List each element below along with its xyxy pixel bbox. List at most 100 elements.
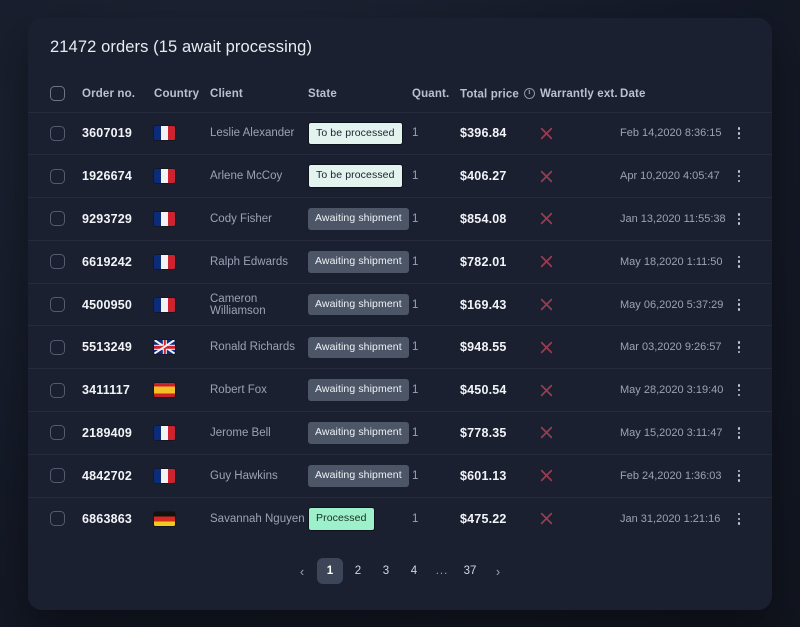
pagination-page-37[interactable]: 37 (457, 558, 483, 584)
column-header-quant[interactable]: Quant. (412, 76, 460, 112)
cell-client: Jerome Bell (210, 411, 308, 455)
cell-date: May 28,2020 3:19:40 (620, 368, 732, 412)
row-checkbox[interactable] (50, 168, 65, 184)
table-row[interactable]: 4500950 Cameron Williamson Awaiting shipme… (28, 282, 772, 326)
menu-dot (737, 174, 741, 178)
cell-client: Cameron Williamson (210, 282, 308, 326)
cell-client: Arlene McCoy (210, 154, 308, 198)
menu-dot (737, 431, 741, 435)
column-header-actions (732, 76, 772, 112)
column-header-date[interactable]: Date (620, 76, 732, 112)
column-header-order-no[interactable]: Order no. (82, 76, 154, 112)
row-select-cell (28, 111, 82, 155)
table-row[interactable]: 9293729 Cody Fisher Awaiting shipment 1 $854… (28, 197, 772, 241)
order-no-value: 4500950 (82, 297, 133, 312)
warranty-x-icon (540, 384, 553, 396)
row-checkbox[interactable] (50, 211, 65, 227)
row-checkbox[interactable] (50, 125, 65, 141)
column-header-client[interactable]: Client (210, 76, 308, 112)
row-checkbox[interactable] (50, 382, 65, 398)
cell-client: Cody Fisher (210, 197, 308, 241)
warranty-x-icon (540, 427, 553, 439)
flag-part (163, 340, 166, 355)
table-row[interactable]: 5513249 Ronald Richards Awaiting shipment 1… (28, 325, 772, 369)
row-checkbox[interactable] (50, 425, 65, 441)
cell-state: Awaiting shipment (308, 411, 412, 455)
table-row[interactable]: 3607019 Leslie Alexander To be processed 1 $… (28, 111, 772, 155)
column-header-country[interactable]: Country (154, 76, 210, 112)
cell-order-no: 4842702 (82, 453, 154, 498)
cell-quantity: 1 (412, 154, 460, 198)
cell-actions (732, 197, 772, 241)
cell-warranty-ext (540, 111, 620, 155)
pagination-page-4[interactable]: 4 (401, 558, 427, 584)
cell-actions (732, 453, 772, 498)
table-row[interactable]: 2189409 Jerome Bell Awaiting shipment 1 $778… (28, 411, 772, 455)
table-row[interactable]: 1926674 Arlene McCoy To be processed 1 $406.… (28, 154, 772, 198)
pagination-page-2[interactable]: 2 (345, 558, 371, 584)
table-row[interactable]: 6619242 Ralph Edwards Awaiting shipment 1 $7… (28, 239, 772, 284)
menu-dot (737, 426, 741, 430)
row-menu-icon[interactable] (732, 469, 746, 482)
menu-dot (737, 179, 741, 183)
row-menu-icon[interactable] (732, 512, 746, 525)
cell-total-price: $396.84 (460, 111, 540, 155)
info-icon[interactable] (523, 87, 535, 99)
warranty-x-icon (540, 298, 553, 311)
row-menu-icon[interactable] (732, 213, 746, 225)
cell-warranty-ext (540, 239, 620, 284)
cell-order-no: 9293729 (82, 197, 154, 241)
table-row[interactable]: 6863863 Savannah Nguyen Processed 1 $475.22 J… (28, 496, 772, 540)
total-price-value: $169.43 (460, 297, 507, 312)
order-no-value: 2189409 (82, 425, 133, 440)
pagination-page-1[interactable]: 1 (317, 558, 343, 584)
row-menu-icon[interactable] (732, 341, 746, 354)
menu-dot (737, 346, 741, 349)
row-menu-icon[interactable] (732, 298, 746, 311)
status-badge: Awaiting shipment (308, 422, 409, 444)
table-row[interactable]: 3411117 Robert Fox Awaiting shipment 1 $450.… (28, 368, 772, 412)
cell-date: Jan 13,2020 11:55:38 (620, 197, 732, 241)
pagination-next-button[interactable]: › (485, 558, 511, 584)
flag-part (154, 346, 175, 349)
row-menu-icon[interactable] (732, 384, 746, 397)
cell-country (154, 282, 210, 326)
row-checkbox[interactable] (50, 468, 65, 484)
cell-warranty-ext (540, 282, 620, 326)
pagination-prev-button[interactable]: ‹ (289, 558, 315, 584)
cell-total-price: $782.01 (460, 239, 540, 284)
warranty-x-icon (540, 127, 553, 140)
pagination-page-3[interactable]: 3 (373, 558, 399, 584)
row-menu-icon[interactable] (732, 127, 746, 140)
cell-order-no: 3411117 (82, 368, 154, 412)
column-header-warranty-ext[interactable]: Warrantly ext. (540, 76, 620, 112)
cell-state: Awaiting shipment (308, 325, 412, 369)
orders-table: Order no. Country Client State Quant. To… (28, 76, 772, 540)
cell-date: Mar 03,2020 9:26:57 (620, 325, 732, 369)
row-checkbox[interactable] (50, 254, 65, 270)
column-header-state[interactable]: State (308, 76, 412, 112)
row-checkbox[interactable] (50, 339, 65, 355)
cell-client: Savannah Nguyen (210, 496, 308, 540)
row-menu-icon[interactable] (732, 255, 746, 268)
cell-country (154, 111, 210, 155)
cell-date: Feb 24,2020 1:36:03 (620, 453, 732, 498)
flag-icon-de (154, 511, 175, 526)
row-checkbox[interactable] (50, 511, 65, 527)
column-header-total-price[interactable]: Total price (460, 76, 540, 112)
select-all-checkbox[interactable] (50, 86, 65, 102)
cell-total-price: $854.08 (460, 197, 540, 241)
menu-dot (737, 170, 741, 173)
row-checkbox[interactable] (50, 297, 65, 313)
menu-dot (737, 127, 741, 130)
cell-order-no: 1926674 (82, 154, 154, 198)
table-row[interactable]: 4842702 Guy Hawkins Awaiting shipment 1 $601… (28, 453, 772, 498)
menu-dot (737, 213, 741, 216)
cell-quantity: 1 (412, 197, 460, 241)
row-select-cell (28, 368, 82, 412)
row-menu-icon[interactable] (732, 170, 746, 183)
cell-warranty-ext (540, 411, 620, 455)
total-price-value: $948.55 (460, 340, 507, 355)
row-menu-icon[interactable] (732, 426, 746, 439)
cell-country (154, 239, 210, 284)
